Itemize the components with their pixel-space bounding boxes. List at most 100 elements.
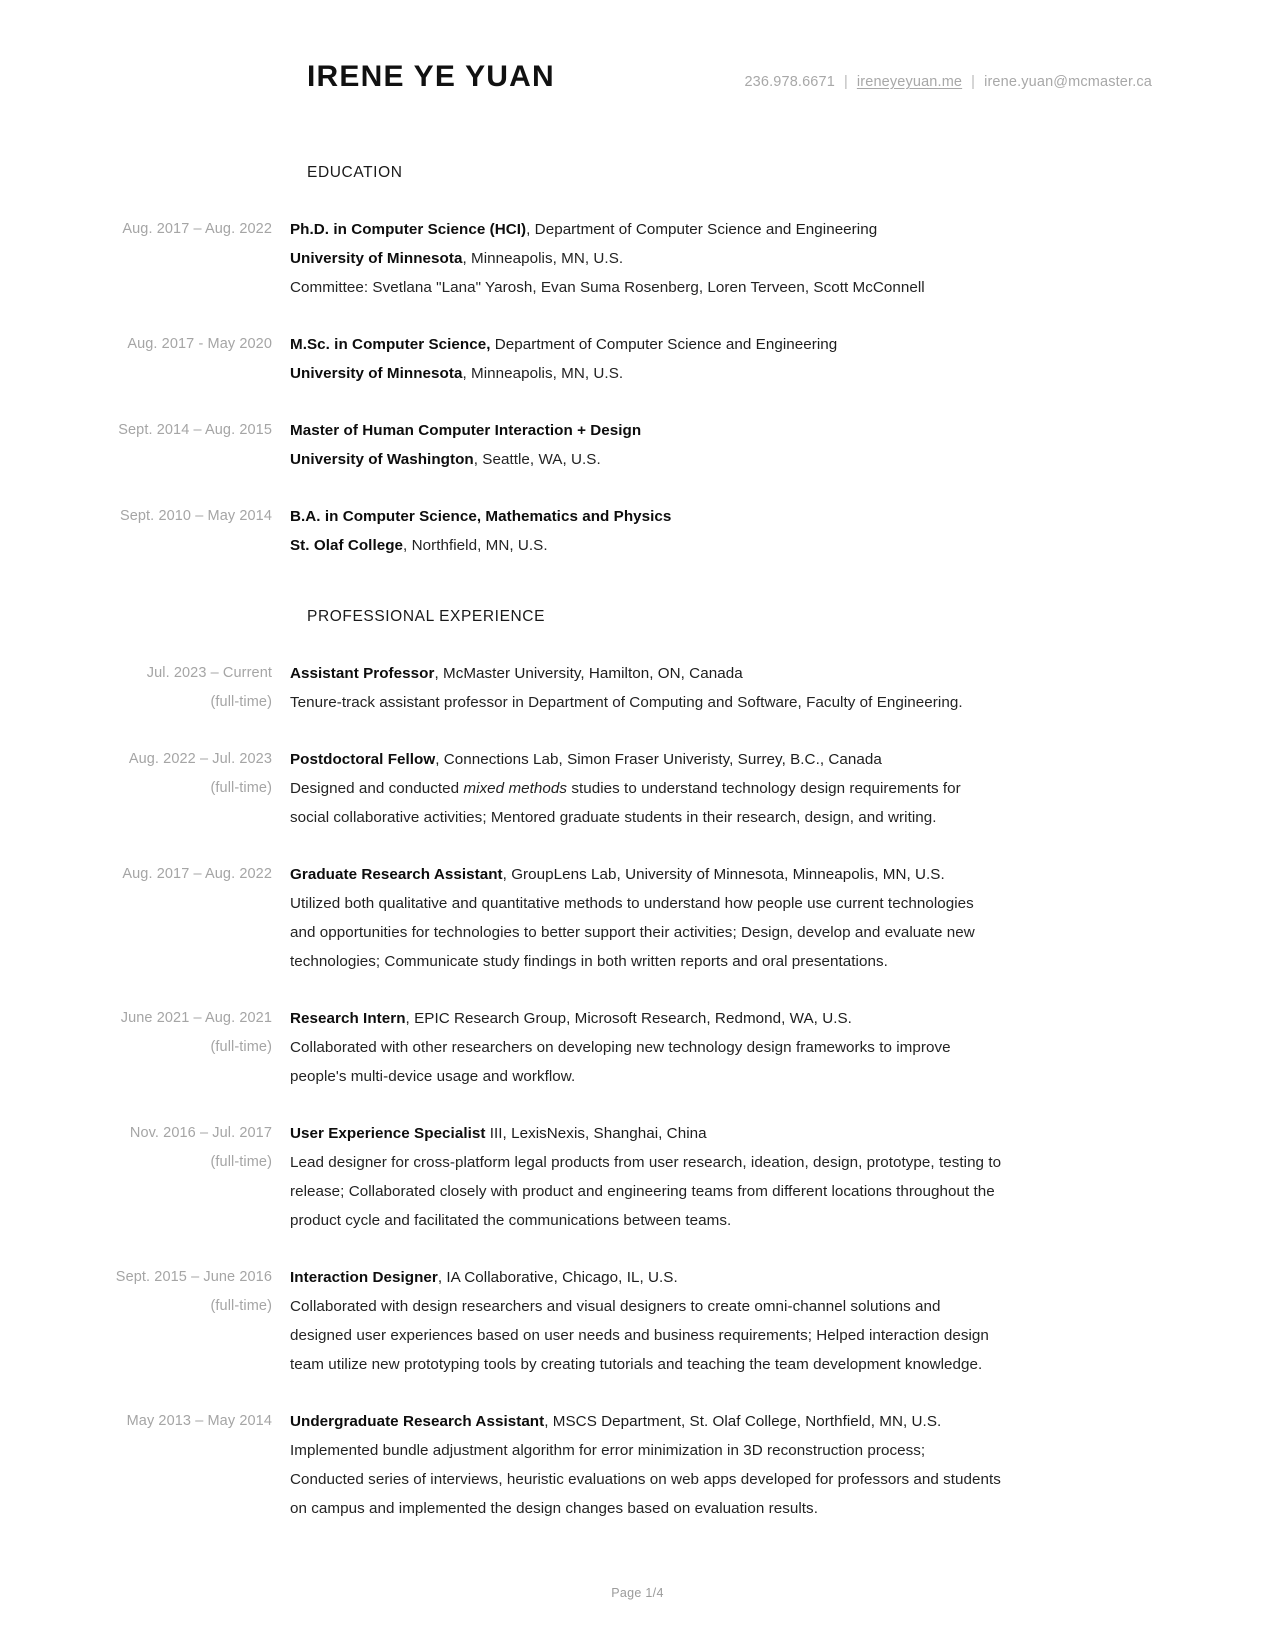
entry-title: M.Sc. in Computer Science, [290, 336, 491, 353]
entry-title: User Experience Specialist [290, 1125, 486, 1142]
entry-text: Utilized both qualitative and quantitati… [290, 895, 974, 912]
page-title: IRENE YE YUAN [307, 60, 555, 93]
entry-text: Designed and conducted [290, 780, 464, 797]
entry-text: Tenure-track assistant professor in Depa… [290, 694, 963, 711]
entry-text: , MSCS Department, St. Olaf College, Nor… [544, 1413, 942, 1430]
entry-date-range: Aug. 2022 – Jul. 2023 (full-time) [0, 745, 290, 803]
entry-detail-line: St. Olaf College, Northfield, MN, U.S. [290, 531, 1165, 560]
entry-title: University of Minnesota [290, 250, 463, 267]
entry-body: Graduate Research Assistant, GroupLens L… [290, 860, 1275, 976]
entry-detail-line: University of Washington, Seattle, WA, U… [290, 445, 1165, 474]
entry-date-text: Sept. 2014 – Aug. 2015 [118, 422, 272, 438]
entry-date-range: Aug. 2017 – Aug. 2022 [0, 860, 290, 889]
entry-body: Postdoctoral Fellow, Connections Lab, Si… [290, 745, 1275, 832]
entry-detail-line: and opportunities for technologies to be… [290, 918, 1165, 947]
entry-text: and opportunities for technologies to be… [290, 924, 975, 941]
entry-date-range: Aug. 2017 - May 2020 [0, 330, 290, 359]
entry-date-range: Sept. 2014 – Aug. 2015 [0, 416, 290, 445]
entry-date-range: May 2013 – May 2014 [0, 1407, 290, 1436]
entry-detail-line: social collaborative activities; Mentore… [290, 803, 1165, 832]
entry-detail-line: University of Minnesota, Minneapolis, MN… [290, 244, 1165, 273]
entry-text: III, LexisNexis, Shanghai, China [485, 1125, 707, 1142]
entry-text: technologies; Communicate study findings… [290, 953, 888, 970]
entry-text: , Department of Computer Science and Eng… [526, 221, 878, 238]
entry-date-range: Jul. 2023 – Current (full-time) [0, 659, 290, 717]
entry-headline: Ph.D. in Computer Science (HCI), Departm… [290, 215, 1165, 244]
experience-entry-list: Jul. 2023 – Current (full-time) Assistant … [0, 659, 1275, 1551]
entry-date-text: Jul. 2023 – Current [146, 665, 272, 681]
entry-date-text: Aug. 2017 – Aug. 2022 [122, 866, 272, 882]
education-entry-list: Aug. 2017 – Aug. 2022 Ph.D. in Computer S… [0, 215, 1275, 588]
entry-text: people's multi-device usage and workflow… [290, 1068, 576, 1085]
entry-detail-line: Collaborated with design researchers and… [290, 1292, 1165, 1321]
entry-date-text: Sept. 2015 – June 2016 [115, 1269, 272, 1285]
section-title-education: EDUCATION [307, 164, 403, 181]
section-title-experience: PROFESSIONAL EXPERIENCE [307, 608, 546, 625]
entry-detail-line: University of Minnesota, Minneapolis, MN… [290, 359, 1165, 388]
email-address[interactable]: irene.yuan@mcmaster.ca [984, 74, 1152, 90]
entry-text: Committee: Svetlana "Lana" Yarosh, Evan … [290, 279, 925, 296]
entry-date-text: Aug. 2017 - May 2020 [127, 336, 272, 352]
entry-headline: Postdoctoral Fellow, Connections Lab, Si… [290, 745, 1165, 774]
resume-entry: May 2013 – May 2014 Undergraduate Researc… [0, 1407, 1275, 1523]
entry-headline: Undergraduate Research Assistant, MSCS D… [290, 1407, 1165, 1436]
entry-text: social collaborative activities; Mentore… [290, 809, 937, 826]
resume-entry: Aug. 2017 – Aug. 2022 Ph.D. in Computer S… [0, 215, 1275, 302]
entry-text: , EPIC Research Group, Microsoft Researc… [405, 1010, 852, 1027]
entry-detail-line: product cycle and facilitated the commun… [290, 1206, 1165, 1235]
resume-entry: Jul. 2023 – Current (full-time) Assistant … [0, 659, 1275, 717]
entry-body: Interaction Designer, IA Collaborative, … [290, 1263, 1275, 1379]
entry-title: Master of Human Computer Interaction + D… [290, 422, 642, 439]
resume-entry: Sept. 2015 – June 2016 (full-time) Interac… [0, 1263, 1275, 1379]
entry-detail-line: Implemented bundle adjustment algorithm … [290, 1436, 1165, 1465]
entry-text: product cycle and facilitated the commun… [290, 1212, 732, 1229]
entry-detail-line: Utilized both qualitative and quantitati… [290, 889, 1165, 918]
entry-text: team utilize new prototyping tools by cr… [290, 1356, 983, 1373]
entry-title: Undergraduate Research Assistant [290, 1413, 545, 1430]
entry-title: Research Intern [290, 1010, 406, 1027]
website-link[interactable]: ireneyeyuan.me [857, 74, 962, 90]
entry-text: Conducted series of interviews, heuristi… [290, 1471, 1001, 1488]
entry-detail-line: Collaborated with other researchers on d… [290, 1033, 1165, 1062]
entry-detail-line: team utilize new prototyping tools by cr… [290, 1350, 1165, 1379]
entry-date-text: Aug. 2017 – Aug. 2022 [122, 221, 272, 237]
resume-entry: Sept. 2010 – May 2014 B.A. in Computer Sc… [0, 502, 1275, 560]
entry-text: , Seattle, WA, U.S. [473, 451, 601, 468]
resume-entry: Nov. 2016 – Jul. 2017 (full-time) User Exp… [0, 1119, 1275, 1235]
entry-date-range: Aug. 2017 – Aug. 2022 [0, 215, 290, 244]
entry-text: , McMaster University, Hamilton, ON, Can… [434, 665, 743, 682]
entry-text: Department of Computer Science and Engin… [490, 336, 838, 353]
resume-entry: Aug. 2022 – Jul. 2023 (full-time) Postdoct… [0, 745, 1275, 832]
entry-text: , Minneapolis, MN, U.S. [462, 250, 624, 267]
entry-body: Undergraduate Research Assistant, MSCS D… [290, 1407, 1275, 1523]
entry-detail-line: Lead designer for cross-platform legal p… [290, 1148, 1165, 1177]
entry-text-tail: studies to understand technology design … [567, 780, 961, 797]
entry-title: Graduate Research Assistant [290, 866, 503, 883]
entry-employment-type: (full-time) [210, 694, 272, 710]
entry-detail-line: release; Collaborated closely with produ… [290, 1177, 1165, 1206]
entry-text: , IA Collaborative, Chicago, IL, U.S. [437, 1269, 678, 1286]
entry-title: Postdoctoral Fellow [290, 751, 436, 768]
resume-entry: Aug. 2017 – Aug. 2022 Graduate Research A… [0, 860, 1275, 976]
entry-text: , Minneapolis, MN, U.S. [462, 365, 624, 382]
contact-separator-1: | [843, 74, 848, 90]
entry-text: release; Collaborated closely with produ… [290, 1183, 995, 1200]
entry-title: St. Olaf College [290, 537, 404, 554]
entry-detail-line: on campus and implemented the design cha… [290, 1494, 1165, 1523]
entry-detail-line: Designed and conducted mixed methods stu… [290, 774, 1165, 803]
entry-date-text: June 2021 – Aug. 2021 [120, 1010, 272, 1026]
entry-headline: User Experience Specialist III, LexisNex… [290, 1119, 1165, 1148]
entry-employment-type: (full-time) [210, 1039, 272, 1055]
resume-entry: June 2021 – Aug. 2021 (full-time) Research… [0, 1004, 1275, 1091]
entry-emphasis: mixed methods [463, 780, 568, 797]
entry-body: User Experience Specialist III, LexisNex… [290, 1119, 1275, 1235]
entry-headline: Interaction Designer, IA Collaborative, … [290, 1263, 1165, 1292]
resume-header: IRENE YE YUAN 236.978.6671 | ireneyeyuan… [307, 60, 1152, 94]
entry-title: B.A. in Computer Science, Mathematics an… [290, 508, 672, 525]
entry-headline: Graduate Research Assistant, GroupLens L… [290, 860, 1165, 889]
entry-date-text: Sept. 2010 – May 2014 [119, 508, 272, 524]
entry-text: Collaborated with design researchers and… [290, 1298, 941, 1315]
entry-text: , GroupLens Lab, University of Minnesota… [502, 866, 945, 883]
entry-headline: Master of Human Computer Interaction + D… [290, 416, 1165, 445]
contact-info: 236.978.6671 | ireneyeyuan.me | irene.yu… [744, 74, 1152, 90]
